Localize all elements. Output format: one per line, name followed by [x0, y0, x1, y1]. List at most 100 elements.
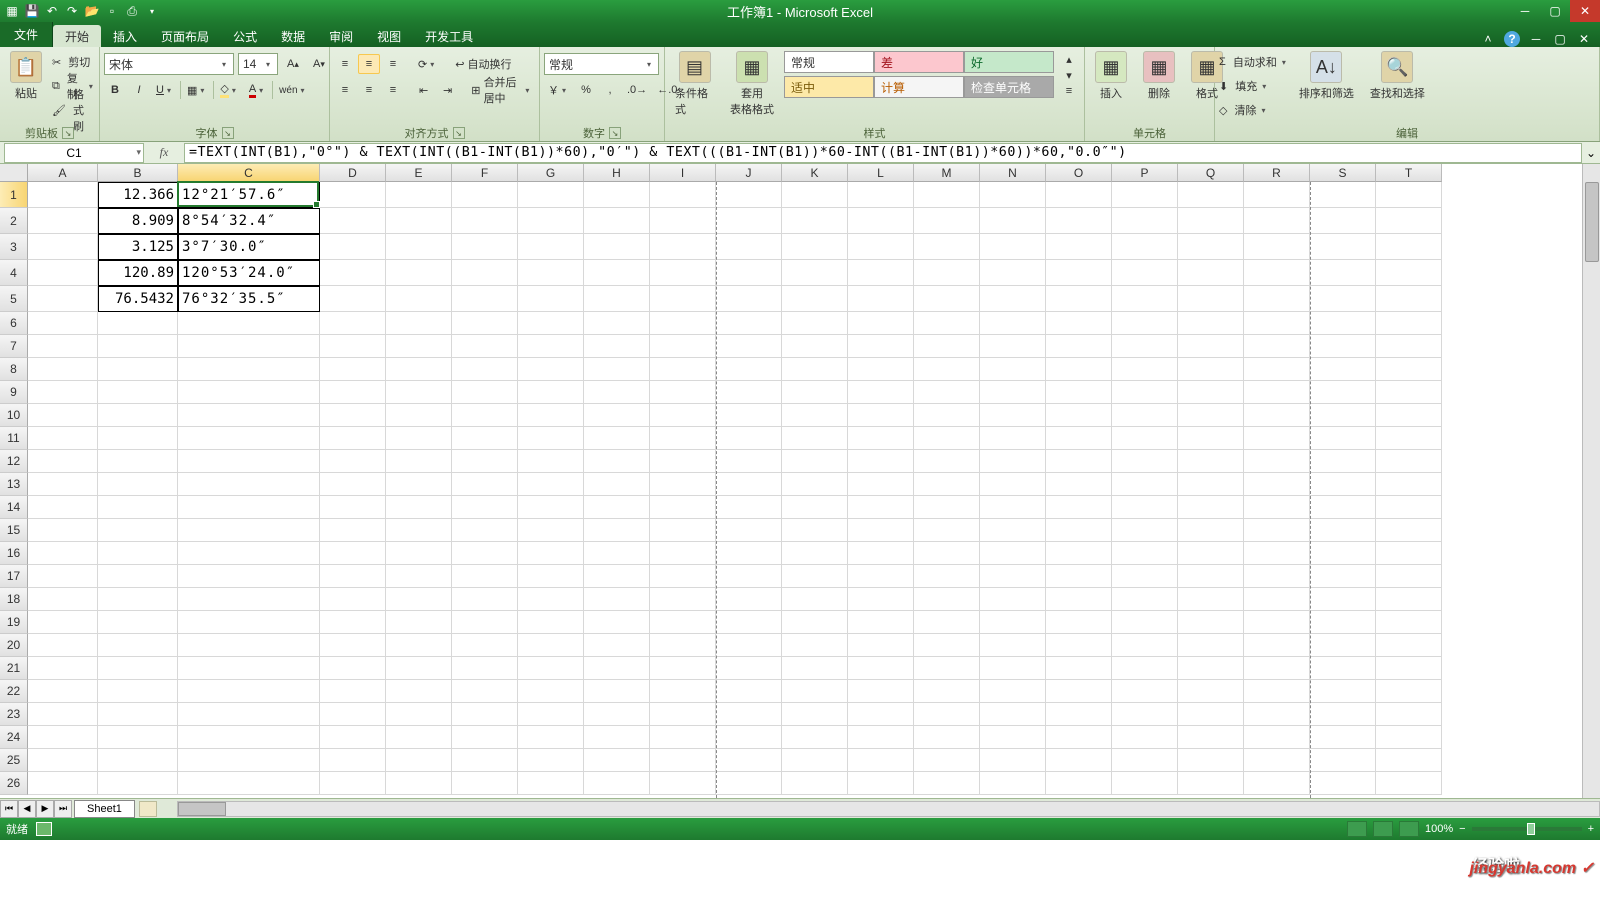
find-select-button[interactable]: 🔍查找和选择 — [1364, 49, 1431, 103]
grow-font-button[interactable]: A▴ — [282, 54, 304, 74]
tab-insert[interactable]: 插入 — [101, 25, 149, 47]
cell-M8[interactable] — [914, 358, 980, 381]
col-header-T[interactable]: T — [1376, 164, 1442, 182]
clipboard-launcher[interactable]: ↘ — [62, 127, 74, 139]
cell-E14[interactable] — [386, 496, 452, 519]
cell-O24[interactable] — [1046, 726, 1112, 749]
cell-G23[interactable] — [518, 703, 584, 726]
cell-P14[interactable] — [1112, 496, 1178, 519]
cell-E20[interactable] — [386, 634, 452, 657]
cell-S5[interactable] — [1310, 286, 1376, 312]
format-table-button[interactable]: ▦套用 表格格式 — [724, 49, 780, 119]
cell-R25[interactable] — [1244, 749, 1310, 772]
indent-decrease-button[interactable]: ⇤ — [413, 80, 435, 100]
cell-G3[interactable] — [518, 234, 584, 260]
zoom-thumb[interactable] — [1527, 823, 1535, 835]
row-header-2[interactable]: 2 — [0, 208, 28, 234]
macro-record-icon[interactable] — [36, 822, 52, 836]
cell-L9[interactable] — [848, 381, 914, 404]
cell-E22[interactable] — [386, 680, 452, 703]
cell-C22[interactable] — [178, 680, 320, 703]
cell-K4[interactable] — [782, 260, 848, 286]
cell-F9[interactable] — [452, 381, 518, 404]
save-icon[interactable]: 💾 — [24, 3, 40, 19]
cell-R10[interactable] — [1244, 404, 1310, 427]
cell-Q18[interactable] — [1178, 588, 1244, 611]
col-header-N[interactable]: N — [980, 164, 1046, 182]
cell-B5[interactable]: 76.5432 — [98, 286, 178, 312]
cell-M20[interactable] — [914, 634, 980, 657]
cell-O17[interactable] — [1046, 565, 1112, 588]
cell-H4[interactable] — [584, 260, 650, 286]
cell-A6[interactable] — [28, 312, 98, 335]
zoom-out-button[interactable]: − — [1459, 823, 1465, 835]
cell-T3[interactable] — [1376, 234, 1442, 260]
cell-Q23[interactable] — [1178, 703, 1244, 726]
cell-R23[interactable] — [1244, 703, 1310, 726]
cell-G2[interactable] — [518, 208, 584, 234]
italic-button[interactable]: I — [128, 80, 150, 100]
cell-Q5[interactable] — [1178, 286, 1244, 312]
cell-R17[interactable] — [1244, 565, 1310, 588]
cell-R18[interactable] — [1244, 588, 1310, 611]
minimize-button[interactable]: ─ — [1510, 0, 1540, 22]
win-close-icon[interactable]: ✕ — [1576, 31, 1592, 47]
align-bottom-button[interactable]: ≡ — [382, 54, 404, 74]
cell-S4[interactable] — [1310, 260, 1376, 286]
cell-P20[interactable] — [1112, 634, 1178, 657]
row-header-25[interactable]: 25 — [0, 749, 28, 772]
tab-review[interactable]: 审阅 — [317, 25, 365, 47]
cell-grid[interactable]: 12.36612°21′57.6″8.9098°54′32.4″3.1253°7… — [28, 182, 1442, 795]
cell-A20[interactable] — [28, 634, 98, 657]
row-header-1[interactable]: 1 — [0, 182, 28, 208]
cell-B18[interactable] — [98, 588, 178, 611]
cell-R16[interactable] — [1244, 542, 1310, 565]
cell-O11[interactable] — [1046, 427, 1112, 450]
cell-O22[interactable] — [1046, 680, 1112, 703]
cell-G17[interactable] — [518, 565, 584, 588]
cell-H6[interactable] — [584, 312, 650, 335]
cell-D2[interactable] — [320, 208, 386, 234]
cell-N18[interactable] — [980, 588, 1046, 611]
new-icon[interactable]: ▫ — [104, 3, 120, 19]
cell-L6[interactable] — [848, 312, 914, 335]
cell-A2[interactable] — [28, 208, 98, 234]
cell-Q14[interactable] — [1178, 496, 1244, 519]
col-header-D[interactable]: D — [320, 164, 386, 182]
cell-G14[interactable] — [518, 496, 584, 519]
cell-H22[interactable] — [584, 680, 650, 703]
row-header-18[interactable]: 18 — [0, 588, 28, 611]
cell-M9[interactable] — [914, 381, 980, 404]
bold-button[interactable]: B — [104, 80, 126, 100]
cell-J24[interactable] — [716, 726, 782, 749]
formula-input[interactable] — [184, 143, 1582, 163]
underline-button[interactable]: U▾ — [152, 80, 178, 100]
cell-R19[interactable] — [1244, 611, 1310, 634]
cell-D11[interactable] — [320, 427, 386, 450]
cell-C4[interactable]: 120°53′24.0″ — [178, 260, 320, 286]
cell-F3[interactable] — [452, 234, 518, 260]
paste-button[interactable]: 📋 粘贴 — [4, 49, 48, 103]
sheet-first-button[interactable]: ⏮ — [0, 800, 18, 818]
col-header-P[interactable]: P — [1112, 164, 1178, 182]
cell-K21[interactable] — [782, 657, 848, 680]
cell-J23[interactable] — [716, 703, 782, 726]
cell-N14[interactable] — [980, 496, 1046, 519]
cell-J5[interactable] — [716, 286, 782, 312]
col-header-S[interactable]: S — [1310, 164, 1376, 182]
cell-G6[interactable] — [518, 312, 584, 335]
cell-P23[interactable] — [1112, 703, 1178, 726]
cell-S2[interactable] — [1310, 208, 1376, 234]
cell-L7[interactable] — [848, 335, 914, 358]
cell-T13[interactable] — [1376, 473, 1442, 496]
cell-C12[interactable] — [178, 450, 320, 473]
cell-J12[interactable] — [716, 450, 782, 473]
row-header-21[interactable]: 21 — [0, 657, 28, 680]
cell-O4[interactable] — [1046, 260, 1112, 286]
col-header-K[interactable]: K — [782, 164, 848, 182]
cell-L18[interactable] — [848, 588, 914, 611]
border-button[interactable]: ▦▾ — [183, 80, 211, 100]
cell-P2[interactable] — [1112, 208, 1178, 234]
cell-A15[interactable] — [28, 519, 98, 542]
cell-A5[interactable] — [28, 286, 98, 312]
